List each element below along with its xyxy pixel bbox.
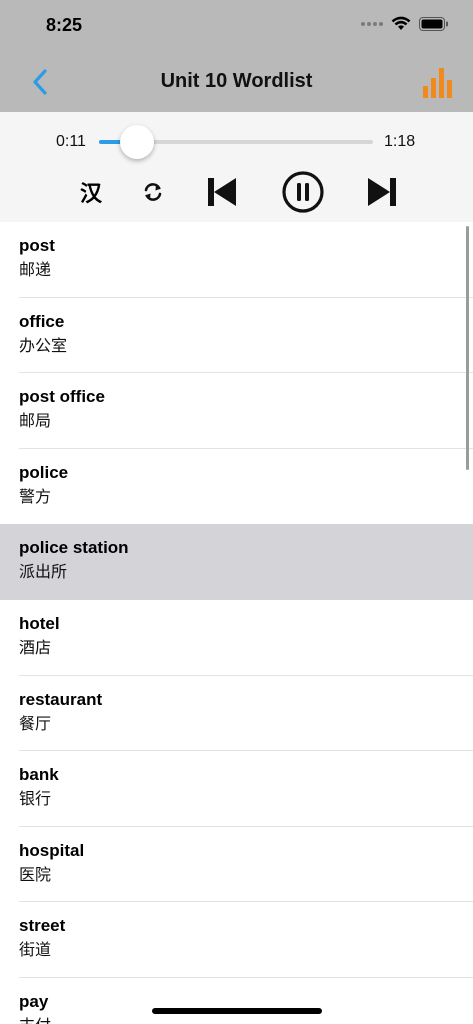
word-row[interactable]: bank 银行 <box>0 751 473 827</box>
current-time: 0:11 <box>56 133 86 150</box>
back-button[interactable] <box>28 66 56 98</box>
status-bar: 8:25 <box>0 0 473 52</box>
home-indicator[interactable] <box>152 1008 322 1014</box>
word-row[interactable]: street 街道 <box>0 902 473 978</box>
navigation-bar: Unit 10 Wordlist <box>0 52 473 112</box>
word-chinese: 办公室 <box>19 335 68 355</box>
skip-previous-icon <box>208 178 236 206</box>
word-english: street <box>19 916 66 936</box>
word-chinese: 邮局 <box>19 411 52 431</box>
word-row[interactable]: office 办公室 <box>0 298 473 374</box>
pause-button[interactable] <box>282 171 324 213</box>
pause-icon <box>282 171 324 213</box>
word-english: post <box>19 236 55 255</box>
chinese-toggle-button[interactable]: 汉 <box>74 172 108 212</box>
battery-icon <box>419 16 448 31</box>
word-row[interactable]: police station 派出所 <box>0 524 473 600</box>
word-chinese: 派出所 <box>19 562 68 582</box>
slider-thumb[interactable] <box>120 125 155 159</box>
audio-player: 0:11 1:18 汉 <box>0 112 473 222</box>
status-icons <box>361 16 449 31</box>
word-chinese: 支付 <box>19 1016 473 1024</box>
wifi-icon <box>391 16 411 30</box>
cellular-signal-icon <box>361 21 383 26</box>
word-english: restaurant <box>19 689 103 709</box>
repeat-icon <box>144 183 162 201</box>
repeat-button[interactable] <box>136 172 170 212</box>
word-row[interactable]: post office 邮局 <box>0 373 473 449</box>
word-list[interactable]: post 邮递 office 办公室 post office 邮局 police… <box>0 222 473 1024</box>
word-row[interactable]: pay 支付 <box>0 978 473 1024</box>
word-english: hospital <box>19 840 85 860</box>
progress-slider[interactable] <box>99 125 373 159</box>
status-time: 8:25 <box>46 15 83 35</box>
word-chinese: 酒店 <box>19 637 52 657</box>
word-row[interactable]: restaurant 餐厅 <box>0 676 473 752</box>
back-chevron-icon <box>33 69 47 95</box>
scroll-indicator[interactable] <box>466 226 469 470</box>
word-english: police <box>19 462 69 482</box>
word-english: office <box>19 311 65 331</box>
word-chinese: 邮递 <box>19 260 52 279</box>
word-english: post office <box>19 387 105 407</box>
word-chinese: 餐厅 <box>19 713 52 733</box>
word-chinese: 银行 <box>19 789 52 809</box>
word-row[interactable]: post 邮递 <box>0 222 473 298</box>
word-row[interactable]: hotel 酒店 <box>0 600 473 676</box>
stats-button[interactable] <box>421 66 453 100</box>
word-row[interactable]: police 警方 <box>0 449 473 525</box>
word-english: bank <box>19 765 59 785</box>
word-row[interactable]: hospital 医院 <box>0 827 473 903</box>
word-chinese: 街道 <box>19 940 52 960</box>
word-chinese: 警方 <box>19 486 52 506</box>
previous-button[interactable] <box>204 172 240 212</box>
word-english: hotel <box>19 613 60 633</box>
bar-chart-icon <box>423 68 452 98</box>
word-chinese: 医院 <box>19 864 52 884</box>
page-title: Unit 10 Wordlist <box>160 70 313 92</box>
skip-next-icon <box>368 178 396 206</box>
word-english: police station <box>19 538 129 558</box>
next-button[interactable] <box>364 172 400 212</box>
total-time: 1:18 <box>384 133 416 150</box>
